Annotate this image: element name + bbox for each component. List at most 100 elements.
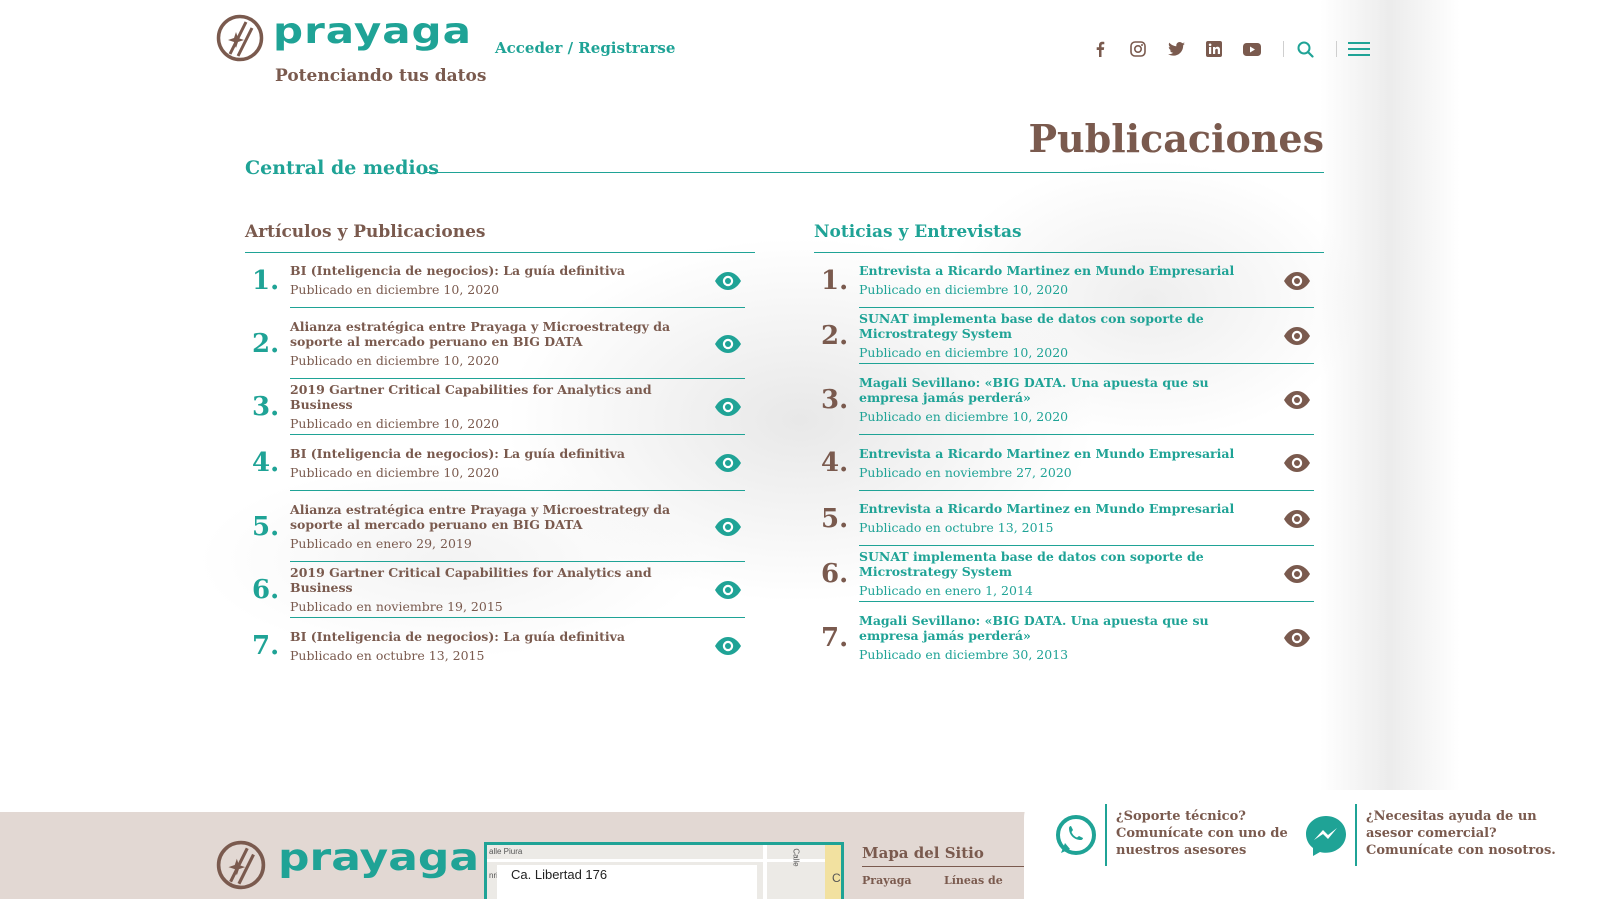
support-line: Comunícate con uno de — [1116, 826, 1288, 841]
item-number: 4. — [821, 448, 849, 478]
view-eye-icon[interactable] — [714, 453, 742, 473]
view-eye-icon[interactable] — [714, 580, 742, 600]
item-date: Publicado en noviembre 27, 2020 — [859, 464, 1072, 480]
list-item[interactable]: 4. BI (Inteligencia de negocios): La guía… — [245, 435, 755, 491]
sitemap-link-lineas[interactable]: Líneas de — [944, 874, 1003, 887]
item-title[interactable]: BI (Inteligencia de negocios): La guía d… — [290, 446, 695, 461]
articles-list: 1. BI (Inteligencia de negocios): La guía… — [245, 253, 755, 674]
sitemap-link-prayaga[interactable]: Prayaga — [862, 874, 912, 887]
list-item[interactable]: 5. Alianza estratégica entre Prayaga y Mi… — [245, 491, 755, 562]
item-number: 6. — [821, 559, 849, 589]
item-title[interactable]: Entrevista a Ricardo Martinez en Mundo E… — [859, 263, 1264, 278]
instagram-icon[interactable] — [1127, 38, 1149, 60]
item-title[interactable]: BI (Inteligencia de negocios): La guía d… — [290, 263, 695, 278]
item-date: Publicado en enero 29, 2019 — [290, 535, 472, 551]
item-date: Publicado en enero 1, 2014 — [859, 583, 1033, 598]
section-label: Central de medios — [245, 157, 440, 179]
item-date: Publicado en octubre 13, 2015 — [859, 520, 1054, 535]
item-text: SUNAT implementa base de datos con sopor… — [859, 549, 1264, 599]
item-text: BI (Inteligencia de negocios): La guía d… — [290, 446, 695, 481]
item-number: 1. — [821, 265, 849, 296]
list-item[interactable]: 6. SUNAT implementa base de datos con sop… — [814, 546, 1324, 602]
view-eye-icon[interactable] — [714, 397, 742, 417]
whatsapp-icon[interactable] — [1053, 813, 1099, 859]
item-title[interactable]: Magali Sevillano: «BIG DATA. Una apuesta… — [859, 375, 1264, 405]
footer-logo-emblem-icon — [216, 840, 266, 890]
list-item[interactable]: 1. BI (Inteligencia de negocios): La guía… — [245, 253, 755, 308]
item-title[interactable]: Alianza estratégica entre Prayaga y Micr… — [290, 319, 695, 349]
item-date: Publicado en diciembre 10, 2020 — [859, 282, 1069, 297]
item-title[interactable]: Entrevista a Ricardo Martinez en Mundo E… — [859, 501, 1264, 516]
background-photo — [0, 0, 1599, 899]
list-item[interactable]: 7. Magali Sevillano: «BIG DATA. Una apues… — [814, 602, 1324, 673]
view-eye-icon[interactable] — [714, 636, 742, 656]
item-title[interactable]: BI (Inteligencia de negocios): La guía d… — [290, 629, 695, 644]
sitemap-title: Mapa del Sitio — [862, 844, 984, 862]
item-date: Publicado en diciembre 10, 2020 — [859, 345, 1069, 360]
item-date: Publicado en octubre 13, 2015 — [290, 647, 485, 663]
messenger-icon[interactable] — [1303, 813, 1349, 859]
support-text[interactable]: ¿Soporte técnico? Comunícate con uno de … — [1116, 808, 1288, 859]
map-road — [487, 859, 841, 862]
view-eye-icon[interactable] — [714, 271, 742, 291]
item-text: BI (Inteligencia de negocios): La guía d… — [290, 629, 695, 664]
item-date: Publicado en noviembre 19, 2015 — [290, 599, 503, 614]
articles-heading: Artículos y Publicaciones — [245, 222, 486, 242]
view-eye-icon[interactable] — [1283, 509, 1311, 529]
item-text: Magali Sevillano: «BIG DATA. Una apuesta… — [859, 375, 1264, 425]
map-street-label: Calle — [791, 848, 801, 867]
map-address-card: Ca. Libertad 176 — [497, 865, 757, 899]
login-register-link[interactable]: Acceder / Registrarse — [495, 39, 675, 57]
list-item[interactable]: 6. 2019 Gartner Critical Capabilities for… — [245, 562, 755, 618]
item-text: Entrevista a Ricardo Martinez en Mundo E… — [859, 263, 1264, 298]
list-item[interactable]: 2. SUNAT implementa base de datos con sop… — [814, 308, 1324, 364]
item-date: Publicado en diciembre 10, 2020 — [290, 352, 500, 368]
sales-text[interactable]: ¿Necesitas ayuda de un asesor comercial?… — [1366, 808, 1556, 859]
item-number: 3. — [821, 384, 849, 415]
item-number: 7. — [252, 631, 280, 661]
list-item[interactable]: 3. Magali Sevillano: «BIG DATA. Una apues… — [814, 364, 1324, 435]
list-item[interactable]: 5. Entrevista a Ricardo Martinez en Mundo… — [814, 491, 1324, 546]
item-title[interactable]: Magali Sevillano: «BIG DATA. Una apuesta… — [859, 613, 1264, 643]
item-title[interactable]: SUNAT implementa base de datos con sopor… — [859, 311, 1264, 341]
item-number: 5. — [821, 503, 849, 534]
facebook-icon[interactable] — [1089, 38, 1111, 60]
list-item[interactable]: 7. BI (Inteligencia de negocios): La guía… — [245, 618, 755, 674]
view-eye-icon[interactable] — [714, 517, 742, 537]
item-date: Publicado en diciembre 30, 2013 — [859, 646, 1069, 662]
item-number: 2. — [252, 328, 280, 359]
item-title[interactable]: Alianza estratégica entre Prayaga y Micr… — [290, 502, 695, 532]
search-icon[interactable] — [1294, 38, 1316, 60]
list-item[interactable]: 2. Alianza estratégica entre Prayaga y Mi… — [245, 308, 755, 379]
view-eye-icon[interactable] — [714, 334, 742, 354]
list-item[interactable]: 1. Entrevista a Ricardo Martinez en Mundo… — [814, 253, 1324, 308]
list-item[interactable]: 3. 2019 Gartner Critical Capabilities for… — [245, 379, 755, 435]
sales-line: Comunícate con nosotros. — [1366, 843, 1556, 858]
footer-logo-wordmark[interactable]: prayaga — [278, 836, 479, 879]
view-eye-icon[interactable] — [1283, 564, 1311, 584]
footer-map[interactable]: alle Piura nri Calle C Ca. Libertad 176 — [484, 842, 844, 899]
view-eye-icon[interactable] — [1283, 326, 1311, 346]
site-logo[interactable]: prayaga Potenciando tus datos — [216, 10, 486, 94]
item-title[interactable]: SUNAT implementa base de datos con sopor… — [859, 549, 1264, 579]
item-text: Alianza estratégica entre Prayaga y Micr… — [290, 502, 695, 552]
item-title[interactable]: 2019 Gartner Critical Capabilities for A… — [290, 382, 695, 412]
view-eye-icon[interactable] — [1283, 453, 1311, 473]
sales-line: ¿Necesitas ayuda de un — [1366, 809, 1537, 824]
item-number: 6. — [252, 575, 280, 605]
item-title[interactable]: 2019 Gartner Critical Capabilities for A… — [290, 565, 695, 595]
view-eye-icon[interactable] — [1283, 390, 1311, 410]
item-text: Magali Sevillano: «BIG DATA. Una apuesta… — [859, 613, 1264, 663]
linkedin-icon[interactable] — [1203, 38, 1225, 60]
item-number: 2. — [821, 321, 849, 351]
youtube-icon[interactable] — [1241, 38, 1263, 60]
list-item[interactable]: 4. Entrevista a Ricardo Martinez en Mundo… — [814, 435, 1324, 491]
map-road — [763, 845, 767, 899]
hamburger-menu-icon[interactable] — [1347, 38, 1371, 60]
twitter-icon[interactable] — [1165, 38, 1187, 60]
view-eye-icon[interactable] — [1283, 628, 1311, 648]
item-title[interactable]: Entrevista a Ricardo Martinez en Mundo E… — [859, 446, 1264, 461]
sitemap-rule — [862, 866, 1027, 867]
view-eye-icon[interactable] — [1283, 271, 1311, 291]
item-text: 2019 Gartner Critical Capabilities for A… — [290, 382, 695, 432]
